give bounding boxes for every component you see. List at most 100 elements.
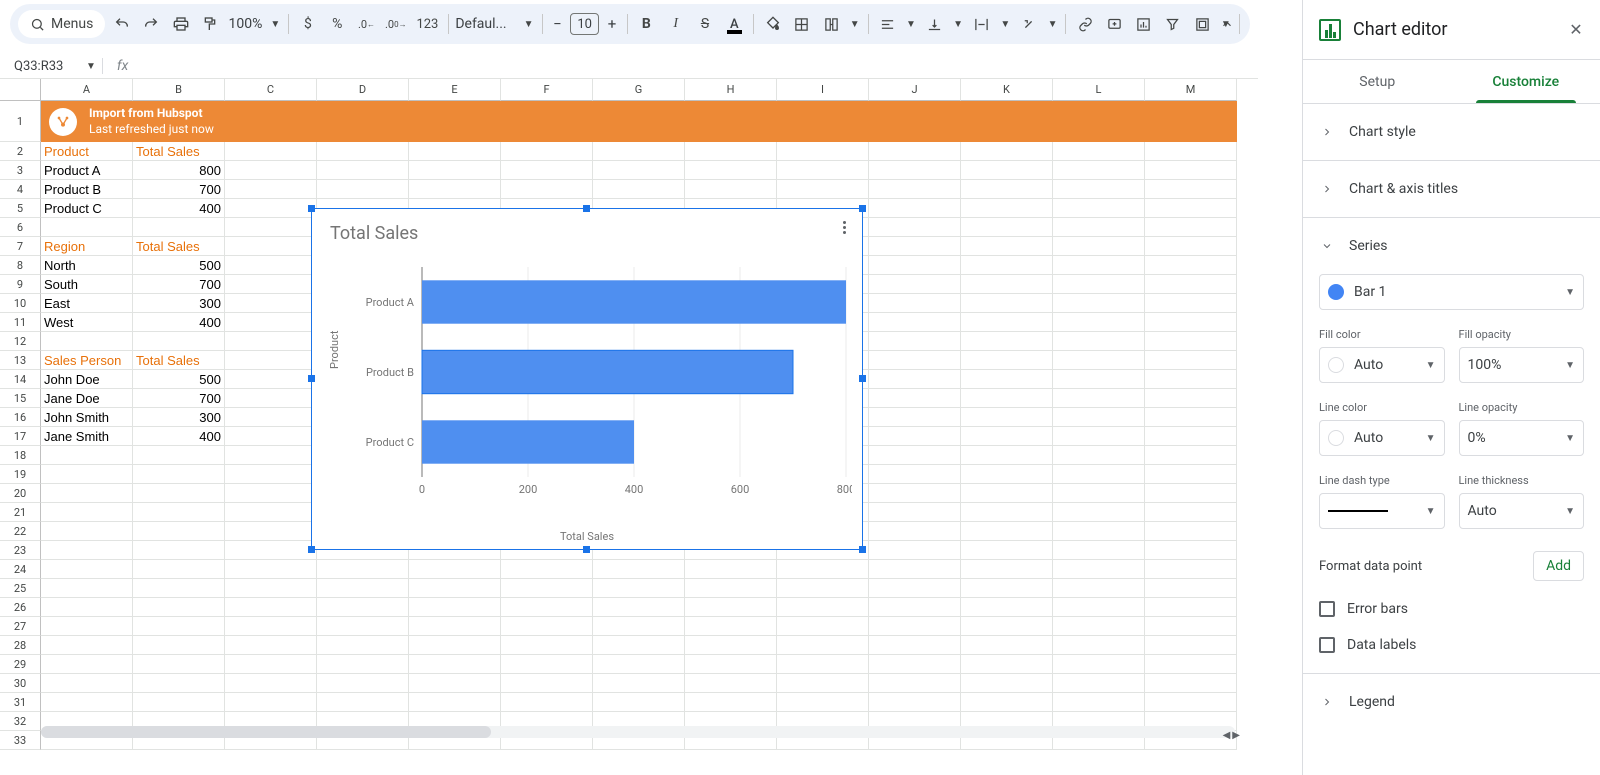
cell[interactable] — [317, 598, 409, 617]
cell[interactable] — [777, 674, 869, 693]
row-header[interactable]: 18 — [0, 446, 41, 465]
cell[interactable] — [685, 560, 777, 579]
line-color-select[interactable]: Auto ▼ — [1319, 420, 1445, 456]
cell[interactable] — [1053, 674, 1145, 693]
row-header[interactable]: 15 — [0, 389, 41, 408]
cell[interactable] — [317, 655, 409, 674]
format-123-button[interactable]: 123 — [412, 17, 442, 32]
cell[interactable] — [41, 636, 133, 655]
cell[interactable] — [225, 522, 317, 541]
cell[interactable] — [225, 560, 317, 579]
cell[interactable]: 700 — [133, 180, 225, 199]
cell[interactable] — [225, 636, 317, 655]
select-all-corner[interactable] — [0, 79, 41, 101]
row-header[interactable]: 17 — [0, 427, 41, 446]
cell[interactable] — [961, 161, 1053, 180]
cell[interactable] — [225, 655, 317, 674]
row-header[interactable]: 29 — [0, 655, 41, 674]
cell[interactable] — [225, 161, 317, 180]
cell[interactable] — [685, 636, 777, 655]
cell[interactable] — [869, 199, 961, 218]
bold-button[interactable]: B — [634, 11, 659, 37]
cell[interactable] — [685, 579, 777, 598]
cell[interactable] — [225, 503, 317, 522]
cell[interactable] — [961, 465, 1053, 484]
cell[interactable] — [1145, 389, 1237, 408]
cell[interactable] — [1145, 579, 1237, 598]
fill-color-select[interactable]: Auto ▼ — [1319, 347, 1445, 383]
cell[interactable]: 400 — [133, 427, 225, 446]
cell[interactable] — [409, 636, 501, 655]
error-bars-row[interactable]: Error bars — [1319, 601, 1584, 617]
row-header[interactable]: 23 — [0, 541, 41, 560]
cell[interactable] — [1053, 313, 1145, 332]
cell[interactable] — [409, 161, 501, 180]
cell[interactable] — [961, 199, 1053, 218]
cell[interactable] — [1145, 370, 1237, 389]
cell[interactable] — [133, 446, 225, 465]
cell[interactable] — [133, 693, 225, 712]
cell[interactable] — [593, 693, 685, 712]
cell[interactable] — [41, 503, 133, 522]
cell[interactable] — [777, 142, 869, 161]
cell[interactable] — [869, 465, 961, 484]
cell[interactable] — [41, 332, 133, 351]
horizontal-align-button[interactable] — [875, 11, 900, 37]
cell[interactable] — [225, 332, 317, 351]
row-header[interactable]: 3 — [0, 161, 41, 180]
cell[interactable]: Total Sales — [133, 351, 225, 370]
cell[interactable] — [1145, 503, 1237, 522]
cell[interactable] — [869, 351, 961, 370]
cell[interactable] — [1145, 541, 1237, 560]
insert-comment-button[interactable] — [1102, 11, 1127, 37]
row-header[interactable]: 4 — [0, 180, 41, 199]
tab-setup[interactable]: Setup — [1303, 60, 1452, 103]
cell[interactable] — [1145, 180, 1237, 199]
cell[interactable] — [1145, 313, 1237, 332]
resize-handle[interactable] — [308, 375, 315, 382]
cell[interactable] — [1053, 351, 1145, 370]
row-header[interactable]: 19 — [0, 465, 41, 484]
row-header[interactable]: 16 — [0, 408, 41, 427]
row-header[interactable]: 6 — [0, 218, 41, 237]
cell[interactable] — [133, 332, 225, 351]
cell[interactable] — [501, 693, 593, 712]
cell[interactable]: West — [41, 313, 133, 332]
cell[interactable] — [41, 598, 133, 617]
cell[interactable] — [961, 218, 1053, 237]
cell[interactable] — [1145, 332, 1237, 351]
chart-title[interactable]: Total Sales — [330, 223, 418, 244]
cell[interactable] — [225, 541, 317, 560]
column-header[interactable]: M — [1145, 79, 1237, 101]
cell[interactable] — [685, 655, 777, 674]
cell[interactable] — [961, 408, 1053, 427]
cell[interactable] — [317, 560, 409, 579]
cell[interactable] — [869, 142, 961, 161]
cell[interactable] — [1145, 617, 1237, 636]
decrease-decimal-button[interactable]: .0← — [354, 11, 379, 37]
cell[interactable] — [41, 446, 133, 465]
cell[interactable] — [133, 522, 225, 541]
cell[interactable] — [41, 541, 133, 560]
cell[interactable]: John Doe — [41, 370, 133, 389]
cell[interactable] — [41, 560, 133, 579]
cell[interactable] — [1145, 408, 1237, 427]
cell[interactable]: Product — [41, 142, 133, 161]
collapse-toolbar-button[interactable] — [1214, 11, 1240, 37]
cell[interactable] — [777, 180, 869, 199]
cell[interactable] — [869, 655, 961, 674]
line-thickness-select[interactable]: Auto ▼ — [1459, 493, 1585, 529]
cell[interactable] — [225, 674, 317, 693]
cell[interactable] — [869, 617, 961, 636]
insert-link-button[interactable] — [1072, 11, 1097, 37]
cell[interactable] — [777, 560, 869, 579]
cell[interactable]: 400 — [133, 313, 225, 332]
cell[interactable] — [1053, 579, 1145, 598]
cell[interactable] — [869, 313, 961, 332]
resize-handle[interactable] — [308, 546, 315, 553]
cell[interactable] — [961, 693, 1053, 712]
cell[interactable]: Product B — [41, 180, 133, 199]
cell[interactable] — [41, 655, 133, 674]
close-sidebar-button[interactable]: ✕ — [1564, 18, 1588, 42]
cell[interactable] — [869, 503, 961, 522]
